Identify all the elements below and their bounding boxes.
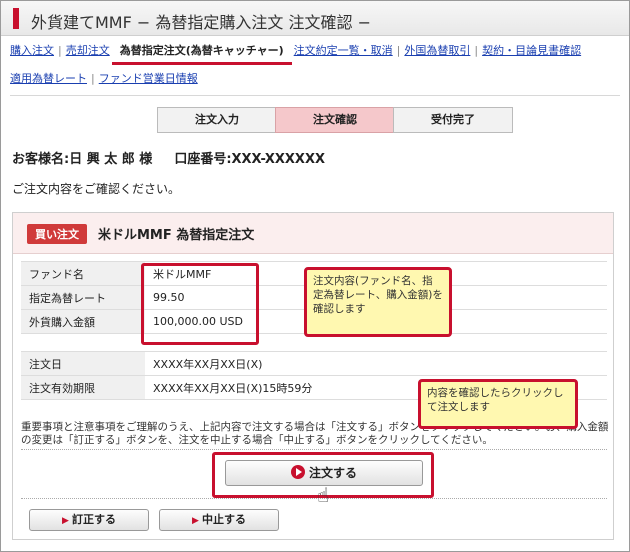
confirm-message: ご注文内容をご確認ください。	[12, 182, 181, 196]
correct-button[interactable]: ▶ 訂正する	[29, 509, 149, 531]
order-title: 米ドルMMF 為替指定注文	[98, 228, 255, 243]
nav-tab-fx-order[interactable]: 為替指定注文(為替キャッチャー)	[111, 42, 292, 65]
nav-link-purchase[interactable]: 購入注文	[10, 44, 54, 57]
callout-values: 注文内容(ファンド名、指定為替レート、購入金額)を確認します	[304, 267, 452, 337]
highlight-values	[141, 263, 259, 345]
nav-link-execution-list[interactable]: 注文約定一覧・取消	[294, 44, 393, 57]
customer-info: お客様名:日 興 太 郎 様 口座番号:XXX-XXXXXX	[12, 148, 325, 167]
order-header: 買い注文 米ドルMMF 為替指定注文	[13, 213, 613, 254]
nav-link-fund-business-days[interactable]: ファンド営業日情報	[99, 72, 198, 85]
nav-divider	[10, 95, 620, 96]
nav-link-sell[interactable]: 売却注文	[66, 44, 110, 57]
nav-separator: |	[58, 44, 62, 57]
title-accent-bar	[13, 8, 19, 29]
row-label: 外貨購入金額	[21, 309, 145, 334]
nav-separator: |	[91, 72, 95, 85]
nav-link-fx-trade[interactable]: 外国為替取引	[404, 44, 470, 57]
callout-order-button: 内容を確認したらクリックして注文します	[418, 379, 578, 429]
page-title: 外貨建てMMF − 為替指定購入注文 注文確認 −	[31, 13, 371, 32]
row-label: 注文日	[21, 351, 145, 376]
step-order-input: 注文入力	[157, 107, 277, 133]
buy-order-badge: 買い注文	[27, 224, 87, 244]
customer-name: お客様名:日 興 太 郎 様	[12, 152, 153, 167]
order-button-label: 注文する	[308, 466, 357, 480]
account-number: 口座番号:XXX-XXXXXX	[174, 152, 325, 167]
cancel-button-label: 中止する	[201, 513, 246, 526]
step-order-confirm: 注文確認	[275, 107, 395, 133]
order-panel: 買い注文 米ドルMMF 為替指定注文 ファンド名 米ドルMMF 指定為替レート …	[12, 212, 614, 540]
main-nav: 購入注文 | 売却注文 為替指定注文(為替キャッチャー) 注文約定一覧・取消 | 外国為替取…	[10, 42, 620, 90]
step-complete: 受付完了	[393, 107, 513, 133]
nav-separator: |	[396, 44, 401, 57]
arrow-right-icon: ▶	[62, 516, 69, 526]
cancel-button[interactable]: ▶ 中止する	[159, 509, 279, 531]
nav-separator: |	[474, 44, 479, 57]
row-label: ファンド名	[21, 261, 145, 286]
order-date-value: XXXX年XX月XX日(X)	[145, 351, 607, 376]
title-bar: 外貨建てMMF − 為替指定購入注文 注文確認 −	[1, 1, 629, 36]
hand-cursor-icon: ☝	[317, 483, 330, 507]
nav-link-applied-rate[interactable]: 適用為替レート	[10, 72, 87, 85]
nav-link-prospectus[interactable]: 契約・目論見書確認	[482, 44, 581, 57]
play-circle-icon	[290, 465, 305, 479]
nav-row-2: 適用為替レート | ファンド営業日情報	[10, 70, 198, 88]
correct-button-label: 訂正する	[71, 513, 116, 526]
nav-row-1: 購入注文 | 売却注文 為替指定注文(為替キャッチャー) 注文約定一覧・取消 | 外国為替取…	[10, 42, 581, 65]
table-row: 注文日 XXXX年XX月XX日(X)	[21, 351, 607, 376]
row-label: 指定為替レート	[21, 285, 145, 310]
row-label: 注文有効期限	[21, 375, 145, 400]
divider	[21, 449, 607, 450]
divider	[21, 498, 607, 499]
arrow-right-icon: ▶	[192, 516, 199, 526]
